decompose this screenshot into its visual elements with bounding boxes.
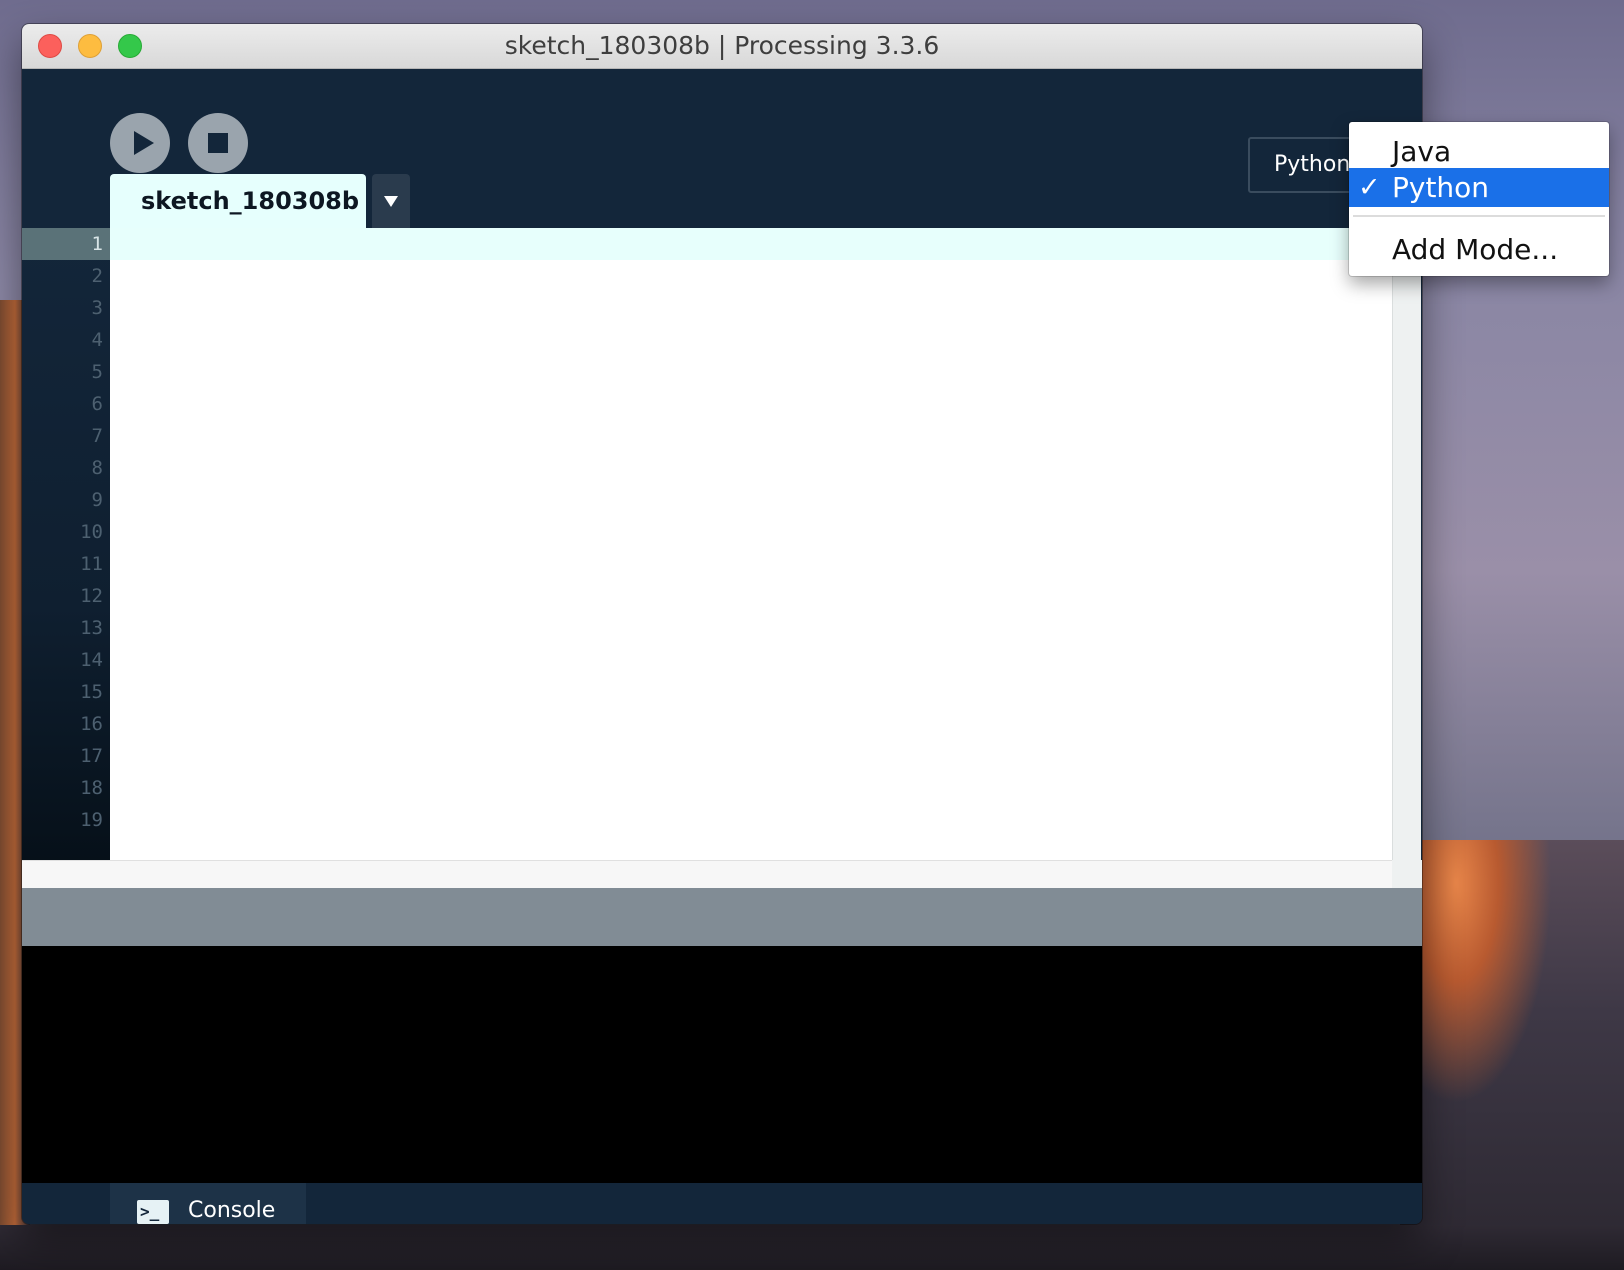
line-number: 11 — [80, 553, 103, 575]
line-number: 16 — [80, 713, 103, 735]
mode-dropdown-menu: Java ✓ Python Add Mode... — [1349, 122, 1609, 276]
scroll-corner — [1392, 860, 1422, 888]
line-number: 5 — [91, 361, 103, 383]
line-number-gutter: 1 2 3 4 5 6 7 8 9 10 11 12 13 14 15 16 17 18 19 — [22, 228, 110, 860]
line-number: 10 — [80, 521, 103, 543]
line-number: 17 — [80, 745, 103, 767]
tab-label: sketch_180308b — [141, 187, 360, 215]
checkmark-icon: ✓ — [1358, 172, 1381, 203]
tab-menu-button[interactable] — [372, 174, 410, 228]
menu-item-label: Add Mode... — [1392, 233, 1559, 266]
menu-separator — [1353, 215, 1605, 217]
line-number: 1 — [91, 233, 103, 255]
menu-item-add-mode[interactable]: Add Mode... — [1349, 230, 1609, 269]
mode-selector-label: Python — [1274, 152, 1351, 177]
line-number: 13 — [80, 617, 103, 639]
line-number: 12 — [80, 585, 103, 607]
menu-item-java[interactable]: Java — [1349, 132, 1609, 171]
run-button[interactable] — [110, 113, 170, 173]
line-number: 14 — [80, 649, 103, 671]
chevron-down-icon — [384, 196, 398, 207]
line-number: 2 — [91, 265, 103, 287]
console-output[interactable] — [22, 946, 1422, 1183]
vertical-scrollbar[interactable] — [1392, 228, 1421, 860]
line-number: 7 — [91, 425, 103, 447]
processing-window: sketch_180308b | Processing 3.3.6 Python… — [22, 24, 1422, 1224]
current-line-highlight — [110, 228, 1392, 260]
line-number: 18 — [80, 777, 103, 799]
console-icon: >_ — [137, 1200, 169, 1224]
line-number: 3 — [91, 297, 103, 319]
title-bar[interactable]: sketch_180308b | Processing 3.3.6 — [22, 24, 1422, 69]
desktop-wallpaper-bottom — [0, 1225, 1624, 1270]
stop-icon — [208, 133, 228, 153]
line-number: 9 — [91, 489, 103, 511]
line-number: 8 — [91, 457, 103, 479]
menu-item-label: Java — [1392, 135, 1452, 168]
tab-sketch[interactable]: sketch_180308b — [110, 174, 366, 228]
horizontal-scrollbar[interactable] — [22, 860, 1392, 889]
window-title: sketch_180308b | Processing 3.3.6 — [504, 31, 940, 60]
line-number: 19 — [80, 809, 103, 831]
footer-bar: >_ Console — [22, 1183, 1422, 1224]
console-tab[interactable]: >_ Console — [110, 1183, 306, 1224]
code-editor[interactable] — [110, 228, 1392, 860]
stop-button[interactable] — [188, 113, 248, 173]
line-number: 6 — [91, 393, 103, 415]
desktop-wallpaper-right — [1400, 840, 1624, 1270]
play-icon — [134, 131, 154, 155]
menu-item-python[interactable]: ✓ Python — [1349, 168, 1609, 207]
line-number: 15 — [80, 681, 103, 703]
menu-item-label: Python — [1392, 171, 1490, 204]
console-tab-label: Console — [188, 1198, 276, 1223]
status-bar — [22, 888, 1422, 946]
line-number: 4 — [91, 329, 103, 351]
